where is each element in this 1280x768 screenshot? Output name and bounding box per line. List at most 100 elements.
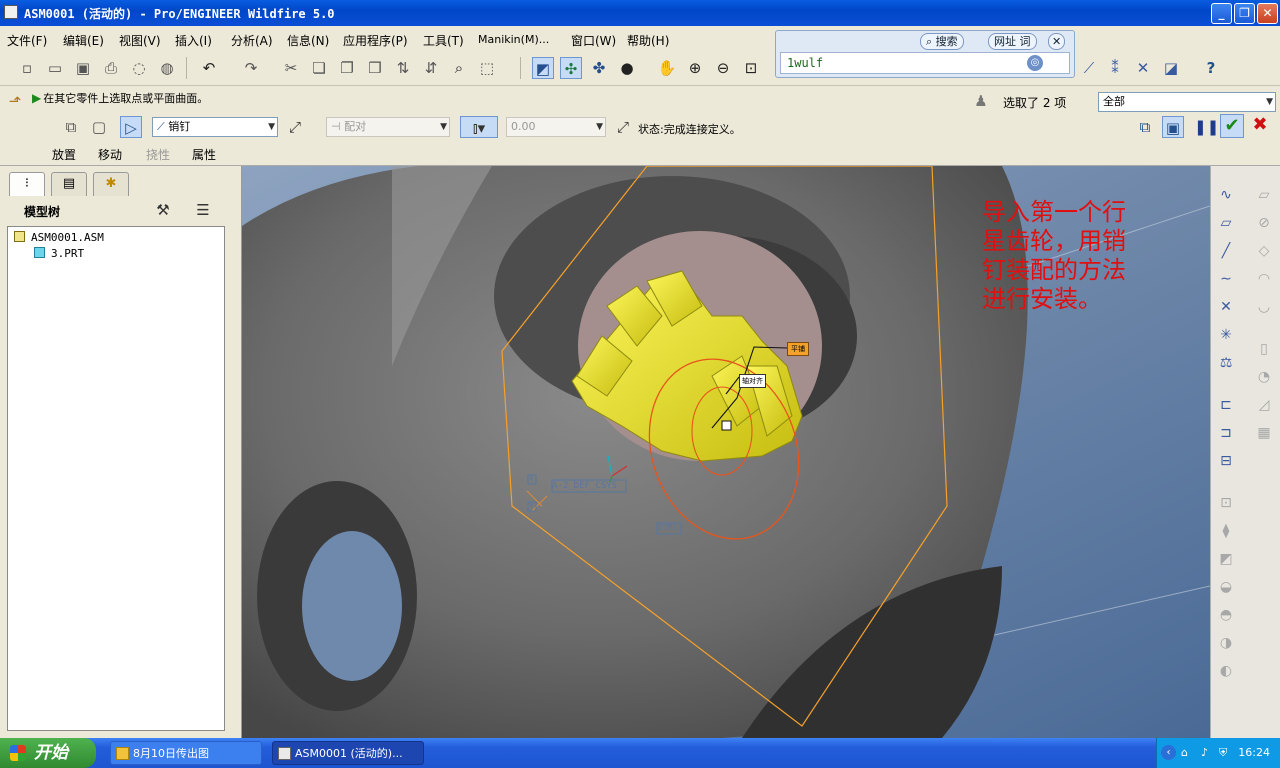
pause-icon[interactable]: ❚❚ bbox=[1194, 116, 1219, 138]
pattern-icon[interactable]: ▦ bbox=[1253, 422, 1275, 444]
constraint-type-select[interactable]: ⊣ 配对 ▼ bbox=[326, 117, 450, 137]
rib-icon[interactable]: ◓ bbox=[1215, 604, 1237, 626]
start-button[interactable]: 开始 bbox=[0, 738, 96, 768]
datum-curve-display-icon[interactable]: ⟋ bbox=[1078, 57, 1100, 79]
model-tree-tab[interactable]: ⁝ bbox=[9, 172, 45, 196]
tree-item-asm[interactable]: ASM0001.ASM bbox=[14, 231, 104, 244]
menu-view[interactable]: 视图(V) bbox=[119, 32, 161, 49]
flip-constraint-icon[interactable]: ⤢ bbox=[284, 116, 306, 138]
send-mail-icon[interactable]: ◌ bbox=[128, 57, 150, 79]
volume-icon[interactable]: ♪ bbox=[1201, 746, 1208, 759]
datum-plane-icon[interactable]: ▱ bbox=[1215, 212, 1237, 234]
tab-flexibility[interactable]: 挠性 bbox=[146, 146, 170, 163]
close-window-button[interactable]: ✕ bbox=[1257, 3, 1278, 24]
annotation-display-icon[interactable]: ◪ bbox=[1160, 57, 1182, 79]
round-icon[interactable]: ◔ bbox=[1253, 366, 1275, 388]
minimize-button[interactable]: _ bbox=[1211, 3, 1232, 24]
shell-icon[interactable]: ▯ bbox=[1253, 338, 1275, 360]
component-assemble-icon[interactable]: ⊐ bbox=[1215, 422, 1237, 444]
assembly-window-icon[interactable]: ▢ bbox=[88, 116, 110, 138]
offset-type-dropdown[interactable]: ⫾▾ bbox=[460, 116, 498, 138]
zoom-out-icon[interactable]: ⊖ bbox=[712, 57, 734, 79]
draft-icon[interactable]: ◒ bbox=[1215, 576, 1237, 598]
taskbar-proe-window[interactable]: ASM0001 (活动的)... bbox=[272, 741, 424, 765]
assembly-view-icon[interactable]: ▣ bbox=[1162, 116, 1184, 138]
cut-icon[interactable]: ✂ bbox=[280, 57, 302, 79]
maximize-button[interactable]: ❐ bbox=[1234, 3, 1255, 24]
mirror-icon[interactable]: ⧫ bbox=[1215, 520, 1237, 542]
sketch-curve-icon[interactable]: ∿ bbox=[1215, 184, 1237, 206]
saved-views-icon[interactable]: ● bbox=[616, 57, 638, 79]
extrude-icon[interactable]: ◇ bbox=[1253, 240, 1275, 262]
csys-display-icon[interactable]: ✕ bbox=[1132, 57, 1154, 79]
user-defined-set-icon[interactable]: ▷ bbox=[120, 116, 142, 138]
tray-expand-icon[interactable]: ‹ bbox=[1161, 745, 1176, 760]
tab-placement[interactable]: 放置 bbox=[52, 146, 76, 163]
menu-file[interactable]: 文件(F) bbox=[7, 32, 47, 49]
folder-browser-tab[interactable]: ▤ bbox=[51, 172, 87, 196]
pan-hand-icon[interactable]: ✋ bbox=[656, 57, 678, 79]
search-input[interactable]: 1wulf ◎ bbox=[780, 52, 1070, 74]
flip-offset-icon[interactable]: ⤢ bbox=[612, 116, 634, 138]
datum-point-icon[interactable]: ✕ bbox=[1215, 296, 1237, 318]
new-file-icon[interactable]: ▫ bbox=[16, 57, 38, 79]
favorites-tab[interactable]: ✱ bbox=[93, 172, 129, 196]
send-attach-icon[interactable]: ◍ bbox=[156, 57, 178, 79]
cut-feature-icon[interactable]: ⊡ bbox=[1215, 492, 1237, 514]
csys-label[interactable]: A-2_DEF_CSYS bbox=[552, 481, 617, 491]
tree-settings-icon[interactable]: ⚒ bbox=[152, 199, 174, 221]
datum-csys-icon[interactable]: ✳ bbox=[1215, 324, 1237, 346]
orient-mode-icon[interactable]: ✤ bbox=[588, 57, 610, 79]
component-create-icon[interactable]: ⊏ bbox=[1215, 394, 1237, 416]
datum-curve-icon[interactable]: ∼ bbox=[1215, 268, 1237, 290]
assemble-icon[interactable]: ▱ bbox=[1253, 184, 1275, 206]
refit-icon[interactable]: ⊡ bbox=[740, 57, 762, 79]
context-help-icon[interactable]: ? bbox=[1200, 57, 1222, 79]
menu-applications[interactable]: 应用程序(P) bbox=[343, 32, 408, 49]
datum-axis-icon[interactable]: ╱ bbox=[1215, 240, 1237, 262]
menu-edit[interactable]: 编辑(E) bbox=[63, 32, 104, 49]
offset-icon[interactable]: ◑ bbox=[1215, 632, 1237, 654]
sweep-icon[interactable]: ◠ bbox=[1253, 268, 1275, 290]
confirm-checkmark-icon[interactable]: ✔ bbox=[1220, 114, 1244, 138]
menu-help[interactable]: 帮助(H) bbox=[627, 32, 669, 49]
network-icon[interactable]: ⌂ bbox=[1181, 746, 1188, 759]
separate-window-icon[interactable]: ⧉ bbox=[60, 116, 82, 138]
paste-special-icon[interactable]: ❒ bbox=[364, 57, 386, 79]
save-icon[interactable]: ▣ bbox=[72, 57, 94, 79]
search-go-icon[interactable]: ◎ bbox=[1027, 55, 1043, 71]
chamfer-icon[interactable]: ◿ bbox=[1253, 394, 1275, 416]
menu-info[interactable]: 信息(N) bbox=[287, 32, 329, 49]
security-shield-icon[interactable]: ⛨ bbox=[1219, 746, 1227, 760]
tab-properties[interactable]: 属性 bbox=[192, 146, 216, 163]
tree-item-part[interactable]: 3.PRT bbox=[34, 247, 84, 260]
menu-analysis[interactable]: 分析(A) bbox=[231, 32, 273, 49]
tree-display-icon[interactable]: ☰ bbox=[192, 199, 214, 221]
menu-insert[interactable]: 插入(I) bbox=[175, 32, 212, 49]
selection-filter-select[interactable]: 全部 ▼ bbox=[1098, 92, 1276, 112]
repaint-icon[interactable]: ◩ bbox=[532, 57, 554, 79]
revolve-icon[interactable]: ⊘ bbox=[1253, 212, 1275, 234]
graphics-viewport[interactable]: 平铺 轴对齐 A-2_DEF_CSYS DTM1 X Y 导入第一个行 星齿轮，… bbox=[242, 166, 1210, 738]
analysis-feature-icon[interactable]: ⚖ bbox=[1215, 352, 1237, 374]
connection-type-select[interactable]: ⟋ 销钉 ▼ bbox=[152, 117, 278, 137]
paste-icon[interactable]: ❐ bbox=[336, 57, 358, 79]
separate-view-icon[interactable]: ⧉ bbox=[1134, 116, 1156, 138]
search-tab[interactable]: ⌕ 搜索 bbox=[920, 33, 964, 50]
url-tab[interactable]: 网址 词 bbox=[988, 33, 1037, 50]
copy-icon[interactable]: ❏ bbox=[308, 57, 330, 79]
open-file-icon[interactable]: ▭ bbox=[44, 57, 66, 79]
merge-icon[interactable]: ◩ bbox=[1215, 548, 1237, 570]
undo-icon[interactable]: ↶ bbox=[198, 57, 220, 79]
component-repeat-icon[interactable]: ⊟ bbox=[1215, 450, 1237, 472]
menu-window[interactable]: 窗口(W) bbox=[571, 32, 616, 49]
regenerate-icon[interactable]: ⇅ bbox=[392, 57, 414, 79]
dtm-label[interactable]: DTM1 bbox=[658, 523, 677, 532]
datum-point-display-icon[interactable]: ⁑ bbox=[1104, 57, 1126, 79]
taskbar-explorer-window[interactable]: 8月10日传出图 bbox=[110, 741, 262, 765]
spin-center-icon[interactable]: ✣ bbox=[560, 57, 582, 79]
tab-move[interactable]: 移动 bbox=[98, 146, 122, 163]
select-box-icon[interactable]: ⬚ bbox=[476, 57, 498, 79]
menu-manikin[interactable]: Manikin(M)... bbox=[478, 33, 549, 46]
cancel-x-icon[interactable]: ✖ bbox=[1248, 114, 1272, 138]
